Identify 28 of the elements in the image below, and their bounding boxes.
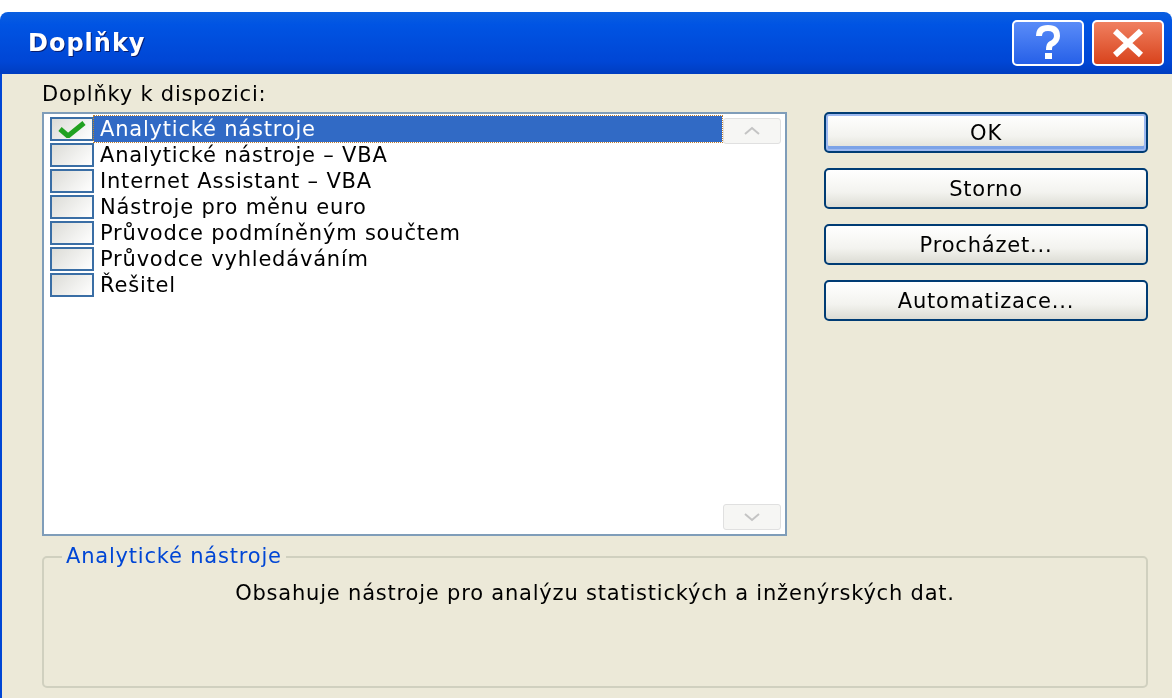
dialog-button[interactable]: Automatizace...	[824, 280, 1148, 321]
checkbox[interactable]	[50, 273, 94, 297]
list-label: Doplňky k dispozici:	[42, 81, 268, 108]
list-item[interactable]: Průvodce podmíněným součtem	[94, 220, 722, 246]
dialog-button[interactable]: OK	[824, 112, 1148, 153]
window-title: Doplňky	[28, 29, 147, 57]
caret-down-icon	[743, 512, 761, 522]
question-mark-icon	[1034, 25, 1062, 61]
checkbox[interactable]	[50, 195, 94, 219]
close-button[interactable]	[1092, 20, 1164, 66]
caret-up-icon	[743, 126, 761, 136]
list-item[interactable]: Internet Assistant – VBA	[94, 168, 722, 194]
checkbox[interactable]	[50, 143, 94, 167]
list-item[interactable]: Analytické nástroje – VBA	[94, 142, 722, 168]
list-item[interactable]: Průvodce vyhledáváním	[94, 246, 722, 272]
list-item[interactable]: Řešitel	[94, 272, 722, 298]
close-icon	[1111, 28, 1145, 58]
checkbox[interactable]	[50, 247, 94, 271]
list-item[interactable]: Analytické nástroje	[94, 116, 722, 142]
checkbox[interactable]	[50, 169, 94, 193]
checkbox[interactable]	[50, 117, 94, 141]
checkbox[interactable]	[50, 221, 94, 245]
dialog-button[interactable]: Storno	[824, 168, 1148, 209]
group-title: Analytické nástroje	[62, 544, 286, 568]
dialog-button[interactable]: Procházet...	[824, 224, 1148, 265]
help-button[interactable]	[1012, 20, 1084, 66]
list-item[interactable]: Nástroje pro měnu euro	[94, 194, 722, 220]
description-text: Obsahuje nástroje pro analýzu statistických a inženýrských dat.	[234, 580, 956, 607]
